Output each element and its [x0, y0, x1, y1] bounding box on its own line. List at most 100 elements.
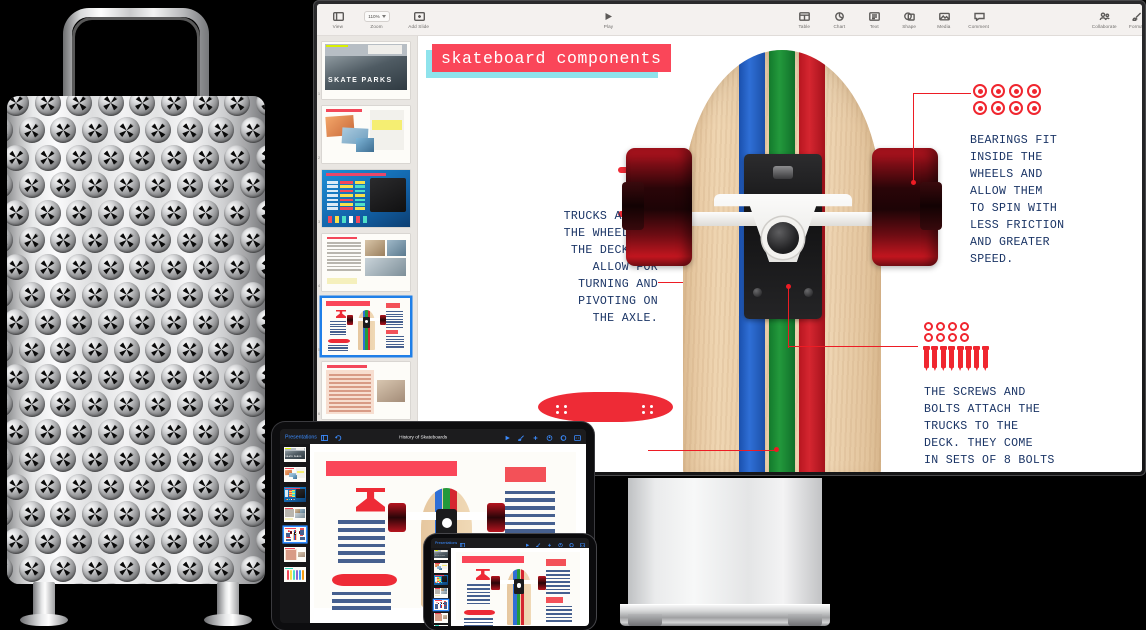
media-icon — [938, 11, 951, 22]
table-button[interactable]: Table — [791, 11, 817, 30]
iphone-slide-thumbnail[interactable] — [434, 562, 448, 573]
slide-number: 2 — [318, 156, 320, 160]
toolbar-left-group: View 110% Zoom Add Slide — [325, 11, 435, 30]
wheel-left — [622, 148, 692, 266]
slide-number: 1 — [318, 92, 320, 96]
truck-kingpin — [767, 222, 799, 254]
iphone-slide-canvas[interactable] — [451, 548, 589, 626]
iphone-back-button[interactable]: Presentations — [435, 541, 457, 545]
table-icon — [798, 11, 811, 22]
annotation-bearings: BEARINGS FIT INSIDE THE WHEELS AND ALLOW… — [970, 134, 1065, 266]
ipad-slide-thumbnail[interactable]: SKATE PARKS — [284, 447, 306, 462]
annotation-screws: THE SCREWS AND BOLTS ATTACH THE TRUCKS T… — [924, 386, 1055, 467]
slide-thumbnail[interactable] — [322, 298, 410, 355]
view-button[interactable]: View — [325, 11, 351, 30]
slide-thumbnail[interactable] — [322, 170, 410, 227]
slide-thumbnail[interactable]: SKATE PARKS — [322, 42, 410, 99]
bearings-graphic — [973, 84, 1041, 115]
iphone-toolbar: Presentations — [431, 538, 589, 548]
nuts-graphic — [924, 322, 969, 342]
slide-number: 5 — [318, 348, 320, 352]
mac-pro-tower — [0, 0, 268, 630]
screws-graphic — [923, 346, 989, 368]
view-label: View — [332, 23, 344, 30]
ipad-slide-navigator[interactable]: SKATE PARKS — [280, 444, 310, 623]
shape-button[interactable]: Shape — [896, 11, 922, 30]
iphone: Presentations SKATE PARKS — [424, 534, 596, 630]
leader-line-screws — [788, 346, 918, 348]
chart-label: Chart — [833, 23, 845, 30]
text-button[interactable]: Text — [861, 11, 887, 30]
iphone-slide-thumbnail[interactable] — [434, 587, 448, 598]
ipad-document-title[interactable]: History of Skateboards — [399, 434, 447, 440]
display-screen: View 110% Zoom Add Slide Play Table Char… — [317, 4, 1142, 472]
wheel-right — [872, 148, 942, 266]
add-slide-button[interactable]: Add Slide — [403, 11, 435, 30]
slide-number: 4 — [318, 284, 320, 288]
shape-icon — [903, 11, 916, 22]
ipad-slide-thumbnail[interactable] — [284, 567, 306, 582]
collaborate-button[interactable]: Collaborate — [1084, 11, 1124, 30]
slide-thumbnail[interactable] — [322, 362, 410, 419]
scene: View 110% Zoom Add Slide Play Table Char… — [0, 0, 1146, 630]
ipad-toolbar: Presentations History of Skateboards — [280, 429, 586, 444]
zoom-value-box[interactable]: 110% — [364, 11, 390, 23]
stand-base — [620, 604, 830, 626]
play-label: Play — [603, 23, 613, 30]
slide-title[interactable]: skateboard components — [432, 44, 671, 72]
leader-dot-screws — [786, 284, 791, 289]
chevron-down-icon — [381, 15, 386, 19]
keynote-toolbar: View 110% Zoom Add Slide Play Table Char… — [317, 4, 1142, 36]
ipad-slide-thumbnail[interactable] — [284, 547, 306, 562]
ipad-slide-thumbnail[interactable] — [284, 527, 306, 542]
leader-dot-deck — [774, 447, 779, 452]
view-icon — [332, 11, 345, 22]
iphone-slide-navigator[interactable]: SKATE PARKS — [431, 548, 451, 626]
table-label: Table — [798, 23, 810, 30]
format-brush-icon — [1131, 11, 1143, 22]
iphone-screen: Presentations SKATE PARKS — [431, 538, 589, 626]
collaborate-icon — [1098, 11, 1111, 22]
iphone-slide-thumbnail[interactable] — [434, 612, 448, 623]
zoom-label: Zoom — [370, 23, 384, 30]
toolbar-collaborate-group: Collaborate — [1084, 11, 1124, 30]
slide-thumbnail[interactable] — [322, 106, 410, 163]
toolbar-right-group: Format Animate Document — [1124, 11, 1143, 29]
toolbar-insert-group: Table Chart Text Shape Media Comment — [791, 11, 992, 30]
slide-navigator[interactable]: SKATE PARKS1234567 — [317, 36, 418, 472]
add-slide-label: Add Slide — [408, 23, 430, 30]
collaborate-label: Collaborate — [1091, 23, 1117, 30]
iphone-slide-thumbnail[interactable] — [434, 625, 448, 626]
media-label: Media — [937, 23, 951, 30]
comment-label: Comment — [968, 23, 990, 30]
comment-button[interactable]: Comment — [966, 11, 992, 30]
zoom-value: 110% — [368, 14, 380, 20]
slide-canvas[interactable]: skateboard components TRUCKS ATTACH THE … — [418, 36, 1142, 472]
media-button[interactable]: Media — [931, 11, 957, 30]
ipad-slide-thumbnail[interactable] — [284, 467, 306, 482]
leader-dot-bearings — [911, 180, 916, 185]
slide-thumbnail[interactable] — [322, 234, 410, 291]
mac-pro-lattice-grid — [7, 96, 265, 584]
mac-pro-lattice-body — [7, 96, 265, 584]
comment-icon — [973, 11, 986, 22]
leader-line-deck — [648, 450, 778, 452]
ipad-back-button[interactable]: Presentations — [285, 434, 317, 440]
stand-neck — [628, 478, 822, 610]
ipad-slide-thumbnail[interactable] — [284, 487, 306, 502]
ipad-slide-thumbnail[interactable] — [284, 507, 306, 522]
truck-bolt-left — [753, 288, 762, 297]
pro-display-stand — [620, 478, 830, 630]
iphone-slide-thumbnail[interactable] — [434, 600, 448, 610]
play-button[interactable]: Play — [595, 11, 621, 30]
leader-line-bearings — [913, 93, 971, 95]
iphone-slide-thumbnail[interactable] — [434, 575, 448, 585]
format-button[interactable]: Format — [1124, 11, 1143, 29]
text-label: Text — [869, 23, 879, 30]
chart-button[interactable]: Chart — [826, 11, 852, 30]
add-slide-icon — [413, 11, 426, 22]
shape-label: Shape — [902, 23, 916, 30]
zoom-control[interactable]: 110% Zoom — [360, 11, 394, 30]
slide-number: 6 — [318, 412, 320, 416]
iphone-slide-thumbnail[interactable]: SKATE PARKS — [434, 550, 448, 560]
